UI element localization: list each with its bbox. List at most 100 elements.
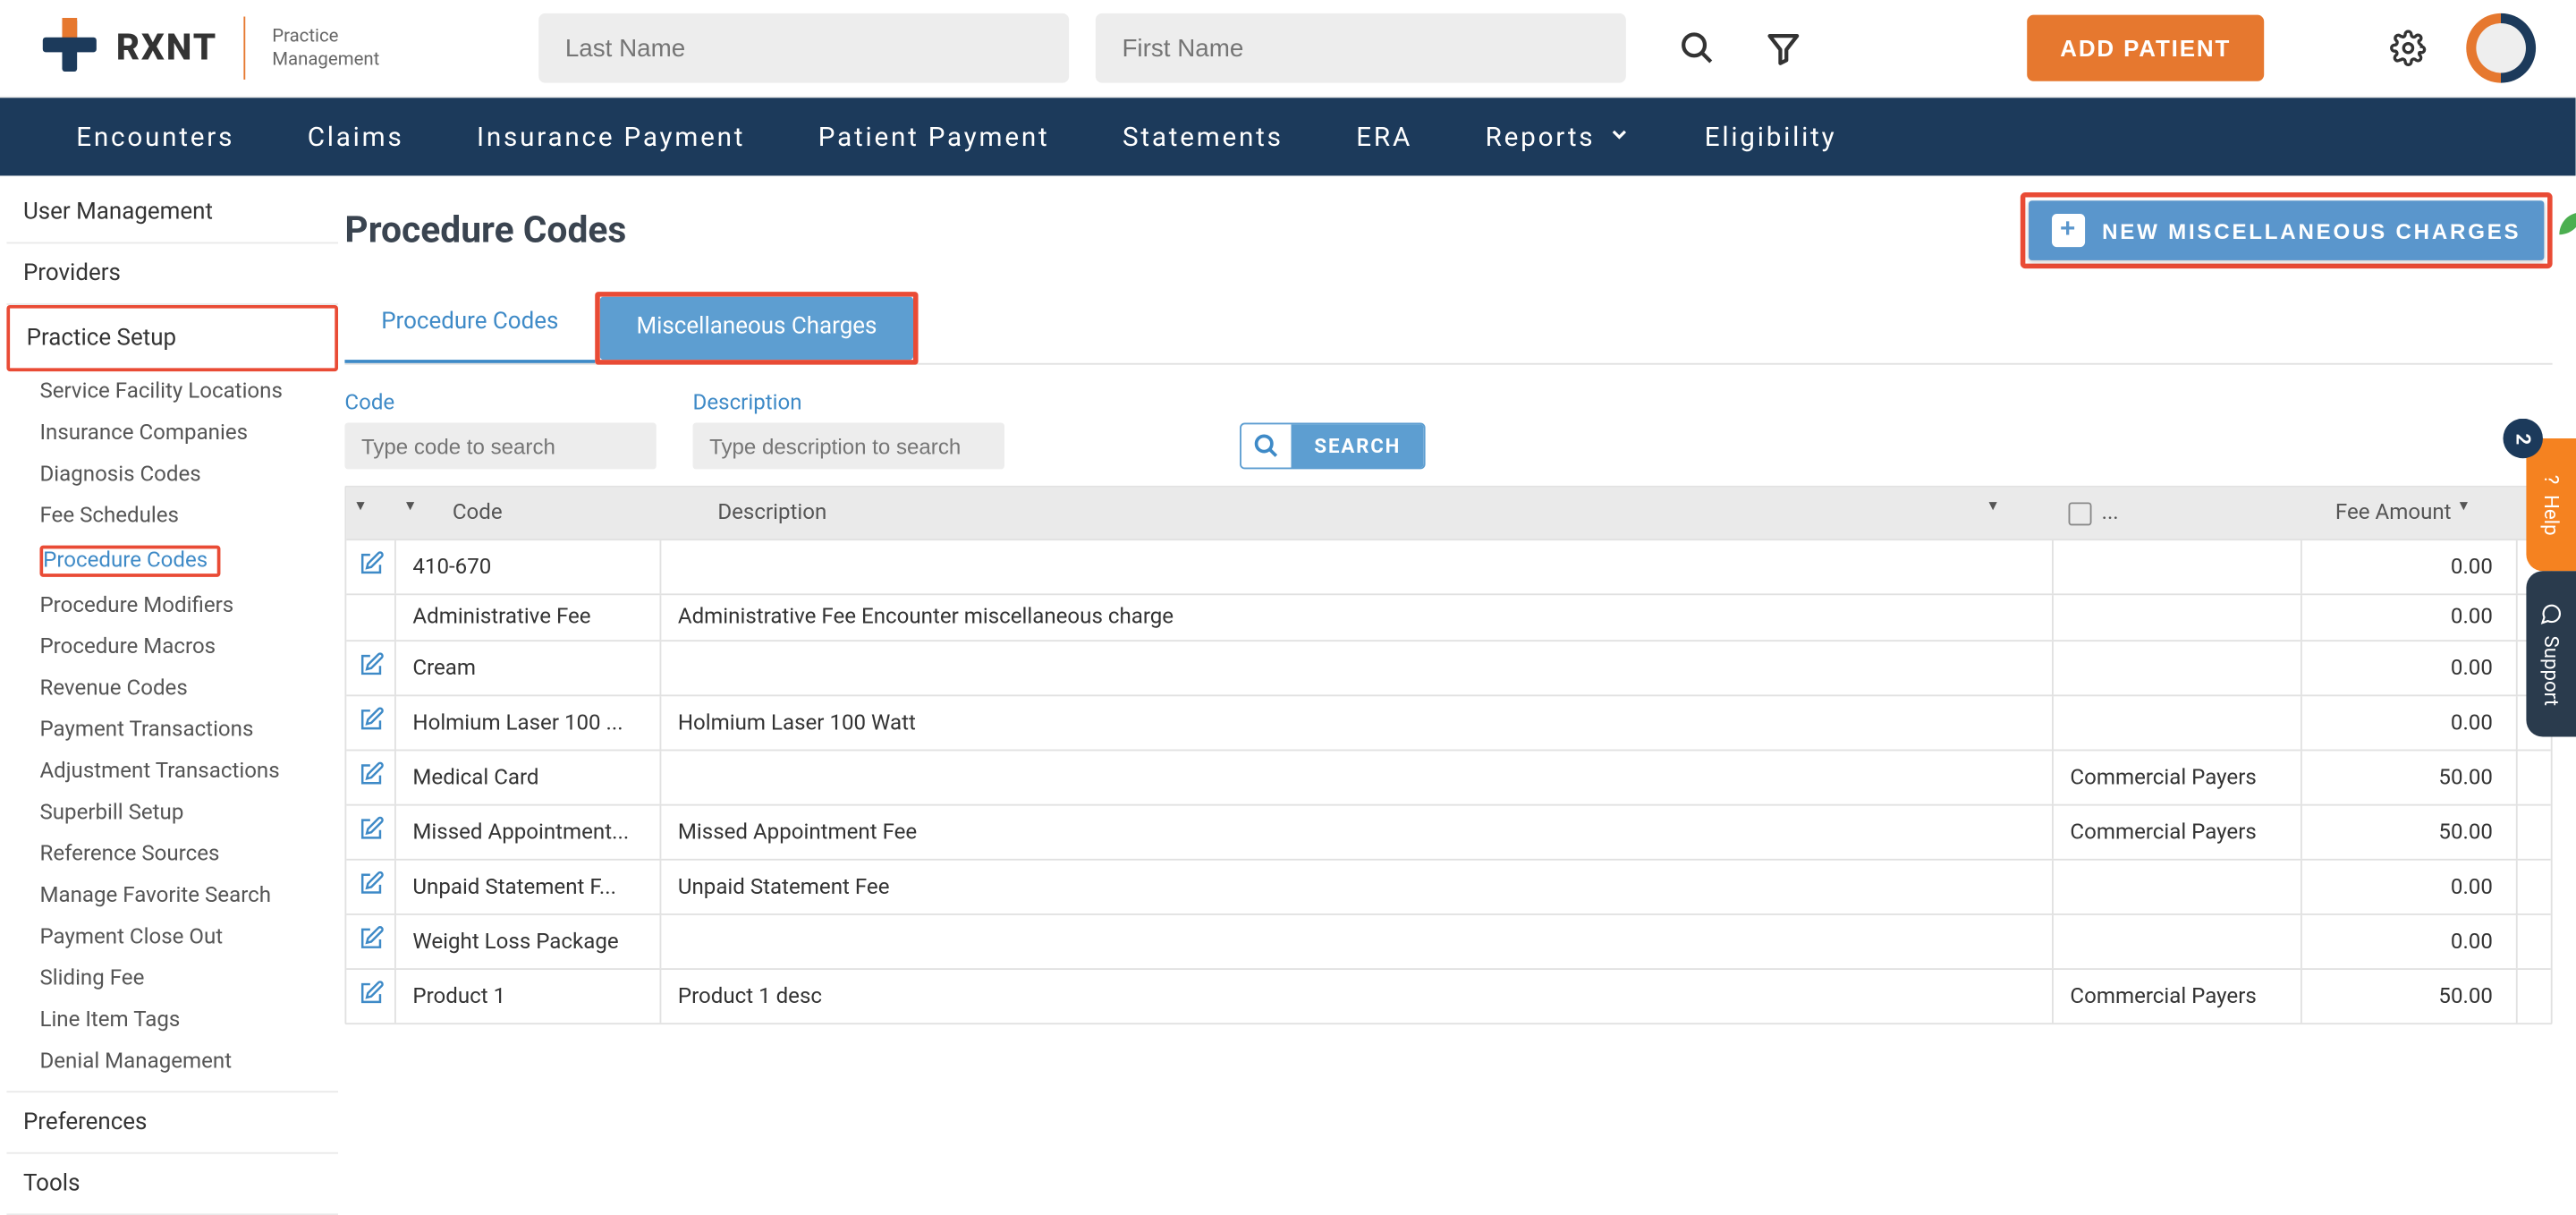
sidebar-practice-setup[interactable]: Practice Setup xyxy=(6,305,338,371)
chevron-down-icon: ▾ xyxy=(2460,497,2468,515)
th-extra[interactable]: ... xyxy=(2012,488,2261,539)
th-description[interactable]: Description▾ xyxy=(661,488,2012,539)
row-edit-cell xyxy=(346,970,396,1023)
sidebar-item-ss[interactable]: Superbill Setup xyxy=(6,793,338,834)
row-fee: 0.00 xyxy=(2302,540,2518,593)
last-name-input[interactable] xyxy=(538,13,1069,83)
brand-name: RXNT xyxy=(116,28,217,69)
edit-icon[interactable] xyxy=(357,550,384,583)
row-edit-cell xyxy=(346,595,396,640)
sidebar-item-pt[interactable]: Payment Transactions xyxy=(6,709,338,751)
row-fee: 0.00 xyxy=(2302,641,2518,694)
edit-icon[interactable] xyxy=(357,706,384,739)
search-button[interactable]: SEARCH xyxy=(1240,423,1426,470)
filter-code-label: Code xyxy=(344,391,656,416)
sidebar-item-fs[interactable]: Fee Schedules xyxy=(6,496,338,537)
row-fee: 50.00 xyxy=(2302,806,2518,859)
table-header: ▾ ▾Code Description▾ ... Fee Amount▾ xyxy=(346,488,2550,540)
sidebar-providers[interactable]: Providers xyxy=(6,243,338,305)
avatar[interactable] xyxy=(2466,13,2536,83)
nav-statements[interactable]: Statements xyxy=(1086,98,1319,175)
edit-icon[interactable] xyxy=(357,871,384,904)
brand-logo: RXNT Practice Management xyxy=(39,15,379,81)
row-extra: Commercial Payers xyxy=(2054,806,2302,859)
help-tab[interactable]: 2 ? Help xyxy=(2526,438,2576,571)
sidebar-item-ic[interactable]: Insurance Companies xyxy=(6,412,338,454)
row-description: Missed Appointment Fee xyxy=(661,806,2054,859)
row-extra xyxy=(2054,915,2302,968)
row-extra: Commercial Payers xyxy=(2054,751,2302,803)
sidebar-item-pc[interactable]: Procedure Codes xyxy=(6,537,338,585)
table-body: 410-6700.00Administrative FeeAdministrat… xyxy=(346,540,2550,1023)
nav-insurance-payment[interactable]: Insurance Payment xyxy=(440,98,782,175)
row-extra xyxy=(2054,641,2302,694)
add-patient-button[interactable]: ADD PATIENT xyxy=(2027,15,2264,81)
sidebar-item-dc[interactable]: Diagnosis Codes xyxy=(6,455,338,496)
tab-procedure-codes[interactable]: Procedure Codes xyxy=(344,292,595,363)
content: Procedure Codes + NEW MISCELLANEOUS CHAR… xyxy=(344,175,2575,1215)
table-row: Weight Loss Package0.00 xyxy=(346,913,2550,968)
row-extra: Commercial Payers xyxy=(2054,970,2302,1023)
row-description xyxy=(661,641,2054,694)
row-description xyxy=(661,915,2054,968)
sidebar-item-sf[interactable]: Sliding Fee xyxy=(6,958,338,999)
row-extra xyxy=(2054,540,2302,593)
filter-icon[interactable] xyxy=(1765,30,1801,66)
row-fee: 0.00 xyxy=(2302,696,2518,749)
nav-reports[interactable]: Reports xyxy=(1449,98,1668,175)
sidebar-tools[interactable]: Tools xyxy=(6,1154,338,1215)
filter-desc-label: Description xyxy=(693,391,1004,416)
sidebar-item-pm[interactable]: Procedure Modifiers xyxy=(6,585,338,626)
new-misc-charge-button[interactable]: + NEW MISCELLANEOUS CHARGES xyxy=(2029,200,2545,260)
th-fee[interactable]: Fee Amount▾ xyxy=(2260,488,2476,539)
tabs: Procedure Codes Miscellaneous Charges xyxy=(344,292,2552,365)
row-description: Product 1 desc xyxy=(661,970,2054,1023)
edit-icon[interactable] xyxy=(357,761,384,794)
question-icon: ? xyxy=(2539,475,2563,485)
sidebar-item-at[interactable]: Adjustment Transactions xyxy=(6,751,338,792)
filter-code-input[interactable] xyxy=(344,423,656,470)
table-row: Holmium Laser 100 ...Holmium Laser 100 W… xyxy=(346,694,2550,749)
sidebar-item-rs[interactable]: Reference Sources xyxy=(6,834,338,875)
row-edit-cell xyxy=(346,696,396,749)
edit-icon[interactable] xyxy=(357,651,384,684)
nav-era[interactable]: ERA xyxy=(1320,98,1449,175)
row-code: Administrative Fee xyxy=(396,595,661,640)
sidebar-item-sfl[interactable]: Service Facility Locations xyxy=(6,371,338,412)
sidebar-preferences[interactable]: Preferences xyxy=(6,1092,338,1154)
select-all-checkbox[interactable] xyxy=(2069,502,2092,525)
row-edit-cell xyxy=(346,806,396,859)
sidebar: User Management Providers Practice Setup… xyxy=(0,175,344,1215)
tab-misc-highlight: Miscellaneous Charges xyxy=(595,292,919,365)
th-code[interactable]: ▾Code xyxy=(396,488,661,539)
chevron-down-icon[interactable]: ▾ xyxy=(356,497,364,515)
sidebar-item-dm[interactable]: Denial Management xyxy=(6,1041,338,1092)
edit-icon[interactable] xyxy=(357,980,384,1013)
nav-encounters[interactable]: Encounters xyxy=(39,98,270,175)
gear-icon[interactable] xyxy=(2390,30,2427,66)
edit-icon[interactable] xyxy=(357,925,384,958)
table-row: Unpaid Statement F...Unpaid Statement Fe… xyxy=(346,859,2550,913)
nav-eligibility[interactable]: Eligibility xyxy=(1668,98,1873,175)
search-icon[interactable] xyxy=(1679,30,1716,66)
filter-desc-input[interactable] xyxy=(693,423,1004,470)
row-description xyxy=(661,751,2054,803)
sidebar-item-pco[interactable]: Payment Close Out xyxy=(6,917,338,958)
sidebar-item-lit[interactable]: Line Item Tags xyxy=(6,999,338,1041)
edit-icon[interactable] xyxy=(357,816,384,849)
row-edit-cell xyxy=(346,861,396,913)
page-title: Procedure Codes xyxy=(344,209,626,251)
brand-divider xyxy=(244,17,246,80)
sidebar-user-management[interactable]: User Management xyxy=(6,183,338,244)
sidebar-item-rc[interactable]: Revenue Codes xyxy=(6,668,338,709)
first-name-input[interactable] xyxy=(1096,13,1626,83)
tab-miscellaneous-charges[interactable]: Miscellaneous Charges xyxy=(600,297,914,360)
nav-patient-payment[interactable]: Patient Payment xyxy=(782,98,1086,175)
nav-claims[interactable]: Claims xyxy=(271,98,440,175)
notification-badge: 2 xyxy=(2503,419,2542,458)
support-tab[interactable]: Support xyxy=(2526,571,2576,736)
row-fee: 0.00 xyxy=(2302,861,2518,913)
sidebar-item-mfs[interactable]: Manage Favorite Search xyxy=(6,875,338,916)
chevron-down-icon: ▾ xyxy=(1989,497,1997,515)
sidebar-item-pmac[interactable]: Procedure Macros xyxy=(6,626,338,667)
